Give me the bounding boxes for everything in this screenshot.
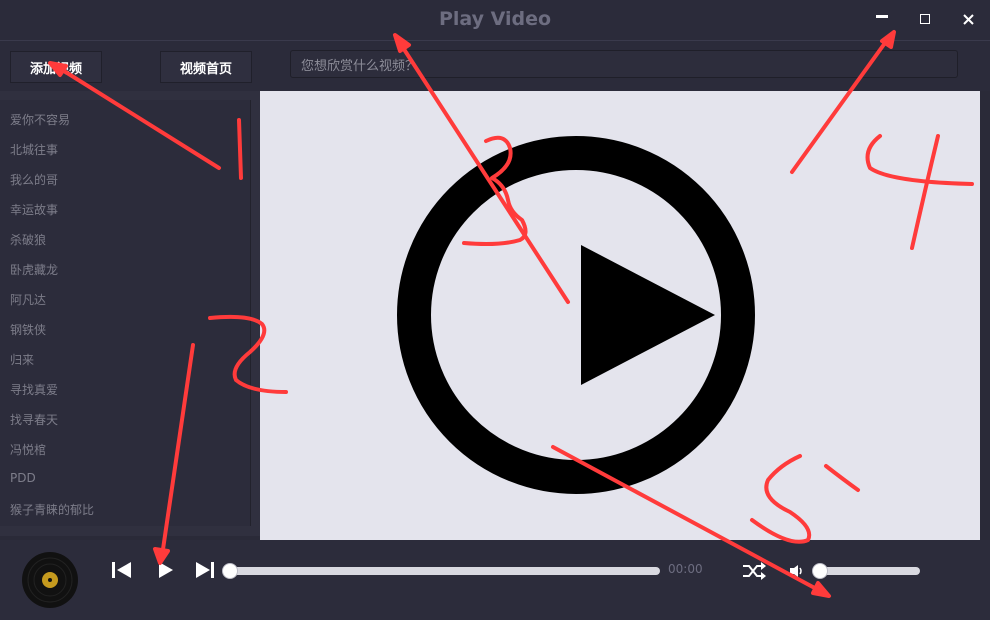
scrollbar[interactable] [980, 91, 990, 540]
list-item[interactable]: 找寻春天 [10, 411, 58, 428]
progress-knob[interactable] [222, 563, 238, 579]
play-icon[interactable] [156, 560, 176, 580]
list-item[interactable]: 冯悦棺 [10, 441, 46, 458]
player-controls: 00:00 [0, 540, 990, 620]
volume-slider[interactable] [812, 563, 922, 579]
list-item[interactable]: PDD [10, 471, 36, 485]
list-item[interactable]: 杀破狼 [10, 231, 46, 248]
list-item[interactable]: 归来 [10, 351, 34, 368]
title-bar: Play Video [0, 0, 990, 41]
previous-track-icon[interactable] [111, 560, 133, 580]
next-track-icon[interactable] [194, 560, 216, 580]
progress-slider[interactable] [222, 563, 662, 579]
time-readout: 00:00 [668, 562, 703, 576]
list-item[interactable]: 北城往事 [10, 141, 58, 158]
list-item[interactable]: 我么的哥 [10, 171, 58, 188]
shuffle-icon[interactable] [742, 561, 766, 581]
play-circle-icon[interactable] [260, 91, 980, 540]
toolbar: 添加视频 视频首页 您想欣赏什么视频？ [0, 41, 990, 91]
video-display[interactable] [260, 91, 980, 540]
maximize-icon [920, 14, 930, 24]
close-icon [962, 13, 974, 25]
minimize-icon [876, 14, 888, 18]
list-item[interactable]: 寻找真爱 [10, 381, 58, 398]
volume-knob[interactable] [812, 563, 828, 579]
search-placeholder: 您想欣赏什么视频？ [301, 58, 419, 74]
list-item[interactable]: 爱你不容易 [10, 111, 70, 128]
search-input[interactable]: 您想欣赏什么视频？ [290, 50, 958, 78]
video-home-button[interactable]: 视频首页 [160, 51, 252, 83]
list-item[interactable]: 阿凡达 [10, 291, 46, 308]
maximize-button[interactable] [914, 9, 936, 29]
add-video-button[interactable]: 添加视频 [10, 51, 102, 83]
volume-icon[interactable] [789, 564, 805, 578]
vinyl-disc-icon [22, 552, 78, 608]
close-button[interactable] [957, 9, 979, 29]
minimize-button[interactable] [871, 9, 893, 29]
playlist: 爱你不容易 北城往事 我么的哥 幸运故事 杀破狼 卧虎藏龙 阿凡达 钢铁侠 归来… [0, 100, 251, 526]
list-item[interactable]: 幸运故事 [10, 201, 58, 218]
list-item[interactable]: 猴子青睐的郁比 [10, 501, 94, 518]
list-item[interactable]: 卧虎藏龙 [10, 261, 58, 278]
app-title: Play Video [438, 8, 552, 30]
list-item[interactable]: 钢铁侠 [10, 321, 46, 338]
